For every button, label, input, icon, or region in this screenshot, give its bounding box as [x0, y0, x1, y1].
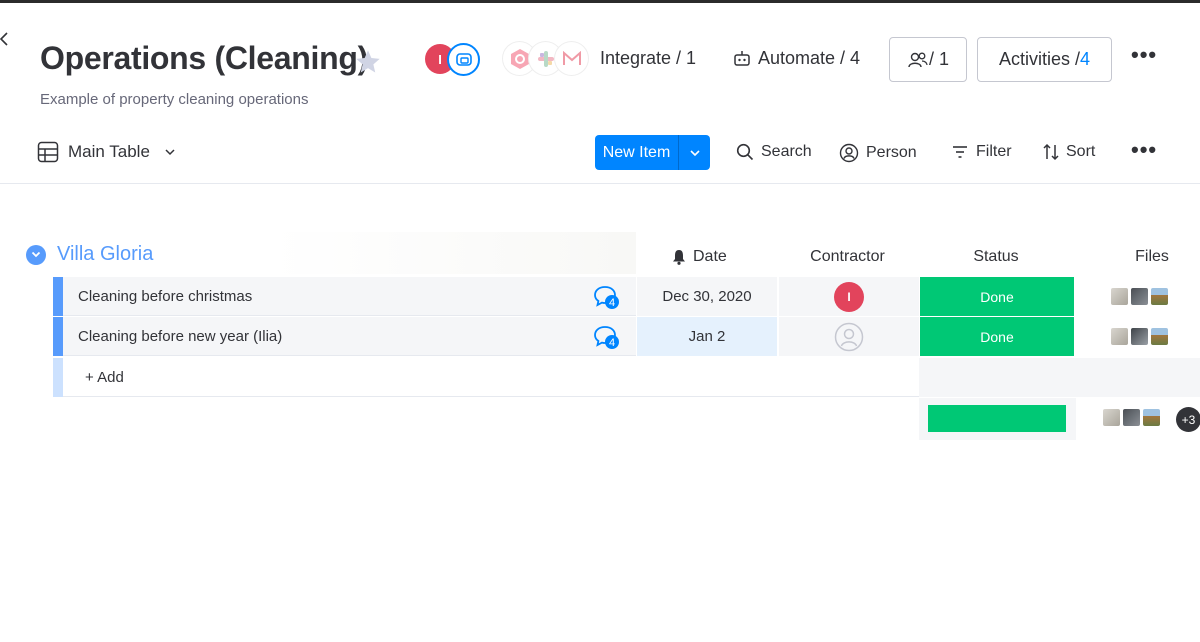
status-cell[interactable]: Done — [919, 317, 1074, 356]
new-item-label[interactable]: New Item — [595, 135, 679, 170]
file-thumbnail[interactable] — [1130, 328, 1148, 345]
board-title[interactable]: Operations (Cleaning) — [40, 40, 368, 77]
integrate-button[interactable]: Integrate / 1 — [600, 48, 696, 69]
group-title[interactable]: Villa Gloria — [26, 243, 153, 266]
date-cell[interactable]: Jan 2 — [636, 317, 777, 356]
item-name[interactable]: Cleaning before new year (Ilia) — [63, 317, 636, 356]
date-cell[interactable]: Dec 30, 2020 — [636, 277, 777, 316]
status-summary-bar[interactable] — [928, 405, 1066, 432]
back-chevron-icon[interactable] — [0, 30, 12, 48]
view-menu-icon[interactable]: ••• — [1131, 139, 1157, 161]
item-name[interactable]: Cleaning before christmas — [63, 277, 636, 316]
status-cell[interactable]: Done — [919, 277, 1074, 316]
file-thumbnail[interactable] — [1103, 409, 1120, 426]
bot-avatar[interactable] — [447, 43, 480, 76]
contractor-cell[interactable] — [778, 317, 919, 356]
column-header-contractor[interactable]: Contractor — [800, 248, 895, 266]
sort-icon — [1043, 143, 1059, 161]
file-thumbnail[interactable] — [1150, 328, 1168, 345]
integration-icons[interactable] — [503, 42, 591, 76]
empty-person-icon — [834, 322, 864, 351]
person-filter-button[interactable]: Person — [839, 143, 917, 163]
svg-text:4: 4 — [609, 297, 615, 309]
new-item-dropdown[interactable] — [679, 135, 710, 170]
search-button[interactable]: Search — [736, 143, 812, 161]
filter-icon — [953, 146, 967, 158]
column-header-date[interactable]: Date — [672, 248, 727, 266]
svg-text:4: 4 — [609, 337, 615, 349]
board-menu-icon[interactable]: ••• — [1131, 44, 1157, 66]
column-header-status[interactable]: Status — [960, 248, 1032, 266]
chevron-down-icon — [165, 149, 175, 156]
column-header-files[interactable]: Files — [1130, 248, 1174, 266]
search-icon — [736, 143, 754, 161]
updates-chat-icon[interactable]: 4 — [593, 284, 621, 310]
files-summary[interactable] — [1103, 409, 1160, 426]
contractor-avatar: I — [834, 281, 864, 312]
file-thumbnail[interactable] — [1110, 328, 1128, 345]
new-item-button[interactable]: New Item — [595, 135, 710, 170]
row-color-bar — [53, 317, 63, 356]
person-icon — [839, 143, 859, 163]
activities-button[interactable]: Activities / 4 — [977, 37, 1112, 82]
table-row[interactable]: Cleaning before new year (Ilia) 4 Jan 2 … — [53, 317, 1200, 356]
toolbar-divider — [0, 183, 1200, 184]
file-thumbnail[interactable] — [1143, 409, 1160, 426]
add-item-input[interactable]: + Add — [85, 369, 124, 386]
row-color-bar — [53, 277, 63, 316]
file-thumbnail[interactable] — [1130, 288, 1148, 305]
members-button[interactable]: / 1 — [889, 37, 967, 82]
robot-icon — [455, 52, 472, 66]
board-description[interactable]: Example of property cleaning operations — [40, 91, 309, 108]
favorite-star-icon[interactable] — [354, 48, 382, 76]
group-collapse-icon[interactable] — [26, 244, 46, 265]
window-top-border — [0, 0, 1200, 3]
people-icon — [908, 52, 928, 67]
table-row[interactable]: Cleaning before christmas 4 Dec 30, 2020… — [53, 277, 1200, 316]
contractor-cell[interactable]: I — [778, 277, 919, 316]
add-item-row[interactable]: + Add — [53, 358, 919, 397]
more-files-badge[interactable]: +3 — [1176, 407, 1200, 432]
gmail-icon — [555, 42, 588, 75]
automate-button[interactable]: Automate / 4 — [732, 48, 860, 69]
sort-button[interactable]: Sort — [1043, 143, 1095, 161]
file-thumbnail[interactable] — [1110, 288, 1128, 305]
file-thumbnail[interactable] — [1150, 288, 1168, 305]
row-divider — [63, 396, 919, 397]
filter-button[interactable]: Filter — [951, 143, 1012, 161]
tab-main-table[interactable]: Main Table — [37, 141, 176, 163]
files-cell[interactable] — [1074, 277, 1200, 316]
chevron-down-icon — [689, 149, 700, 156]
add-row-tail — [919, 358, 1200, 397]
table-icon — [37, 141, 59, 163]
file-thumbnail[interactable] — [1123, 409, 1140, 426]
files-cell[interactable] — [1074, 317, 1200, 356]
robot-icon — [734, 50, 750, 66]
updates-chat-icon[interactable]: 4 — [593, 324, 621, 350]
row-color-bar — [53, 358, 63, 397]
bell-icon — [673, 250, 685, 265]
